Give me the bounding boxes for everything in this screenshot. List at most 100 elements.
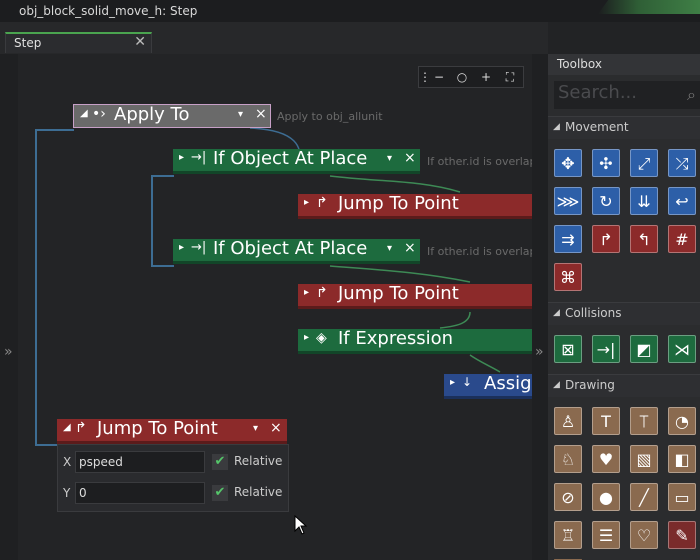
if-empty-icon[interactable]: ⊠ [554, 335, 582, 363]
collapse-icon[interactable]: ◢ [553, 122, 560, 132]
x-input[interactable]: pspeed [75, 451, 205, 473]
move-free-icon[interactable]: ✥ [554, 149, 582, 177]
apply-to-note: Apply to obj_allunit [277, 110, 383, 123]
collapse-icon[interactable]: ◢ [553, 308, 560, 318]
draw-text-transformed-icon[interactable]: ⟙ [630, 407, 658, 435]
dropdown-icon[interactable]: ▾ [387, 153, 392, 164]
bounce-icon[interactable]: ↩ [668, 187, 696, 215]
toolbox-title: Toolbox [557, 57, 602, 71]
apply-to-node[interactable]: ◢ •› Apply To ▾ × [73, 104, 271, 130]
draw-gradient-icon[interactable]: ◧ [668, 445, 696, 473]
toolbox-panel: Toolbox Search... ⌕ ◢ Movement ✥ ✣ ⤢ ⤮ ⋙… [548, 54, 700, 560]
dropdown-icon[interactable]: ▾ [253, 423, 258, 434]
collapse-icon[interactable]: ◢ [80, 108, 88, 119]
draw-sprite-icon[interactable]: ♘ [554, 445, 582, 473]
zoom-menu-icon[interactable]: ⋮ [419, 68, 431, 86]
close-icon[interactable]: × [404, 150, 416, 166]
set-direction-icon[interactable]: ⤮ [668, 149, 696, 177]
wrap-room-icon[interactable]: ⌘ [554, 263, 582, 291]
draw-edit-icon[interactable]: ✎ [668, 521, 696, 549]
search-input[interactable]: Search... [558, 82, 637, 103]
jump-icon: ↱ [316, 195, 328, 211]
if-object-label: If Object At Place [213, 148, 368, 169]
expand-icon[interactable]: ▸ [450, 377, 455, 388]
draw-instance-icon[interactable]: ♖ [554, 521, 582, 549]
if-expression-node[interactable]: ▸ ◈ If Expression [298, 328, 532, 355]
jump-to-point-node-2[interactable]: ▸ ↱ Jump To Point [298, 283, 532, 310]
jump-icon: ↱ [75, 420, 87, 436]
set-speed-icon[interactable]: ⋙ [554, 187, 582, 215]
toolbox-search[interactable]: Search... ⌕ [554, 81, 700, 109]
y-relative-label: Relative [234, 485, 283, 499]
if-object-node-1[interactable]: ▸ →| If Object At Place ▾ × [173, 148, 420, 175]
zoom-fit-icon[interactable]: ⛶ [501, 68, 519, 86]
toolbox-header: Toolbox [548, 54, 700, 75]
section-movement[interactable]: ◢ Movement [548, 116, 700, 139]
expand-icon[interactable]: ▸ [179, 242, 184, 253]
zoom-in-icon[interactable]: + [477, 68, 495, 86]
mouse-cursor-icon [294, 515, 308, 535]
draw-circle-icon[interactable]: ● [592, 483, 620, 511]
section-collisions[interactable]: ◢ Collisions [548, 302, 700, 325]
draw-bars-icon[interactable]: ☰ [592, 521, 620, 549]
reverse-icon[interactable]: ↻ [592, 187, 620, 215]
expand-icon[interactable]: ▸ [179, 152, 184, 163]
if-object-node-2[interactable]: ▸ →| If Object At Place ▾ × [173, 238, 420, 265]
collapse-icon[interactable]: ◢ [553, 380, 560, 390]
if-object-at-icon[interactable]: →| [592, 335, 620, 363]
set-gravity-icon[interactable]: ⇊ [630, 187, 658, 215]
draw-health-icon[interactable]: ♥ [592, 445, 620, 473]
dropdown-icon[interactable]: ▾ [387, 243, 392, 254]
x-relative-checkbox[interactable]: ✔ [212, 454, 228, 470]
assign-variable-node[interactable]: ▸ ↓ Assig [444, 373, 532, 400]
if-object-note-1: If other.id is overlap [427, 155, 532, 168]
collision-icon: →| [191, 150, 207, 165]
jump-to-point-node-1[interactable]: ▸ ↱ Jump To Point [298, 193, 532, 220]
x-relative-label: Relative [234, 454, 283, 468]
set-friction-icon[interactable]: ⇉ [554, 225, 582, 253]
expand-right-icon[interactable]: » [535, 344, 544, 360]
draw-pie-icon[interactable]: ◔ [668, 407, 696, 435]
apply-to-label: Apply To [114, 104, 190, 125]
y-input[interactable]: 0 [75, 482, 205, 504]
close-icon[interactable]: × [270, 420, 282, 436]
apply-to-icon: •› [92, 106, 106, 122]
jump-label: Jump To Point [338, 193, 459, 214]
draw-pattern-icon[interactable]: ▧ [630, 445, 658, 473]
expression-icon: ◈ [316, 330, 327, 346]
draw-line-icon[interactable]: ╱ [630, 483, 658, 511]
collision-line-icon[interactable]: ⋊ [668, 335, 696, 363]
if-expression-label: If Expression [338, 328, 454, 349]
zoom-reset-icon[interactable]: ○ [453, 68, 471, 86]
move-fixed-icon[interactable]: ✣ [592, 149, 620, 177]
y-relative-checkbox[interactable]: ✔ [212, 485, 228, 501]
expand-icon[interactable]: ▸ [304, 332, 309, 343]
dropdown-icon[interactable]: ▾ [238, 109, 243, 120]
zoom-toolbar: ⋮ − ○ + ⛶ [418, 66, 524, 88]
jump-icon: ↱ [316, 285, 328, 301]
snap-to-grid-icon[interactable]: # [668, 225, 696, 253]
if-object-note-2: If other.id is overlap [427, 245, 532, 258]
x-label: X [63, 455, 72, 469]
section-drawing[interactable]: ◢ Drawing [548, 374, 700, 397]
draw-lives-icon[interactable]: ♡ [630, 521, 658, 549]
close-icon[interactable]: × [255, 106, 267, 122]
expand-icon[interactable]: ▸ [304, 287, 309, 298]
collapse-icon[interactable]: ◢ [63, 422, 71, 433]
zoom-out-icon[interactable]: − [430, 68, 448, 86]
collision-point-icon[interactable]: ◩ [630, 335, 658, 363]
jump-to-point-icon[interactable]: ↱ [592, 225, 620, 253]
draw-text-icon[interactable]: T [592, 407, 620, 435]
jump-to-start-icon[interactable]: ↰ [630, 225, 658, 253]
expand-icon[interactable]: ▸ [304, 197, 309, 208]
move-towards-icon[interactable]: ⤢ [630, 149, 658, 177]
jump-label: Jump To Point [338, 283, 459, 304]
draw-ellipse-icon[interactable]: ⊘ [554, 483, 582, 511]
panel-divider[interactable]: » [532, 54, 548, 560]
if-object-label: If Object At Place [213, 238, 368, 259]
draw-rectangle-icon[interactable]: ▭ [668, 483, 696, 511]
search-icon[interactable]: ⌕ [687, 85, 696, 105]
close-icon[interactable]: × [404, 240, 416, 256]
jump-to-point-panel[interactable]: ◢ ↱ Jump To Point ▾ × [57, 418, 287, 445]
draw-self-icon[interactable]: ♙ [554, 407, 582, 435]
